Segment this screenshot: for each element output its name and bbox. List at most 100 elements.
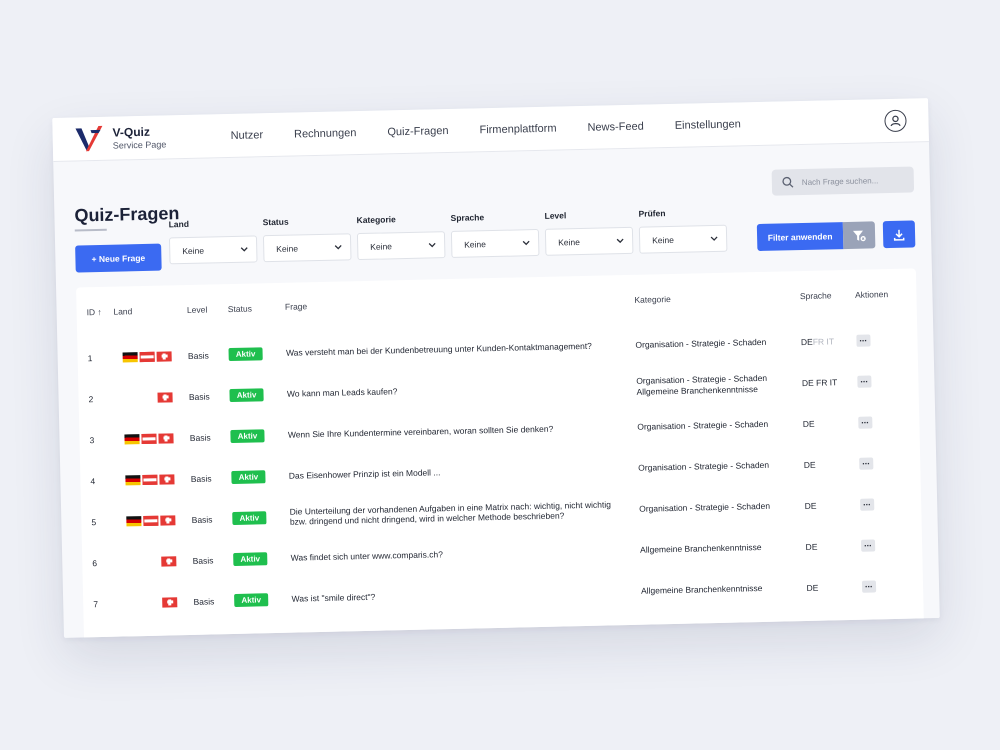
col-header-sprache: Sprache [799,290,832,302]
main-nav: Nutzer Rechnungen Quiz-Fragen Firmenplat… [231,117,772,142]
cell-id: 4 [90,475,96,486]
status-badge: Aktiv [230,429,265,444]
more-actions-button[interactable]: ··· [862,620,877,634]
cell-kategorie: Organisation - Strategie - Schaden [638,460,770,474]
cell-kategorie: Organisation - Strategie - Schaden [635,337,767,351]
status-badge: Aktiv [229,388,264,403]
cell-kategorie: Allgemeine Branchenkenntnisse [639,542,762,556]
flag-de-icon [122,351,139,362]
language-main: DE [804,500,817,511]
cell-id: 6 [92,557,98,568]
flag-ch-icon [162,596,178,608]
more-actions-button[interactable]: ··· [856,374,872,388]
nav-item-news-feed[interactable]: News-Feed [587,120,644,133]
status-badge: Aktiv [231,470,266,485]
cell-id: 1 [87,352,93,363]
col-header-land: Land [113,306,133,317]
nav-item-firmenplattform[interactable]: Firmenplattform [479,122,556,136]
language-main: DE [805,541,818,552]
kategorie-select[interactable]: Keine [356,231,446,261]
more-actions-button[interactable]: ··· [861,579,876,593]
cell-status: Aktiv [231,456,289,498]
user-profile-button[interactable] [884,109,907,133]
col-header-frage: Frage [284,301,308,312]
select-value: Keine [652,234,674,245]
title-underline [74,228,107,232]
cell-aktionen: ··· [861,564,923,606]
cell-kategorie: Organisation - Strategie - Schaden [639,501,771,515]
questions-table: ID ↑ Land Level Status Frage Kategorie S… [76,268,924,638]
cell-aktionen: ··· [862,605,924,638]
col-header-aktionen: Aktionen [854,289,889,300]
cell-aktionen: ··· [855,318,918,360]
download-button[interactable] [882,220,916,249]
language-main: DE [800,336,813,347]
more-actions-button[interactable]: ··· [855,334,871,347]
more-actions-button[interactable]: ··· [858,456,874,470]
cell-level: Basis [190,472,212,484]
sprache-select[interactable]: Keine [450,228,540,258]
more-actions-button[interactable]: ··· [857,415,873,429]
search-input[interactable] [801,175,902,187]
flag-ch-icon [160,514,176,526]
cell-aktionen: ··· [857,400,920,442]
cell-aktionen: ··· [859,482,921,524]
col-header-level: Level [186,304,208,315]
logo[interactable]: V-Quiz Service Page [72,121,213,154]
app-window: V-Quiz Service Page Nutzer Rechnungen Qu… [52,98,940,638]
chevron-down-icon [240,246,248,252]
questions-table-panel: ID ↑ Land Level Status Frage Kategorie S… [76,268,925,638]
flag-at-icon [139,351,156,362]
col-header-kategorie: Kategorie [634,293,671,305]
col-header-id[interactable]: ID ↑ [76,287,114,338]
cell-land [119,540,193,583]
select-value: Keine [558,236,581,248]
status-select[interactable]: Keine [262,233,352,263]
cell-level: Basis [192,554,214,566]
chevron-down-icon [710,236,718,241]
cell-sprache: DE [804,484,860,526]
filter-label: Land [168,218,190,230]
land-select[interactable]: Keine [168,235,258,265]
cell-land [117,458,191,501]
cell-status: Aktiv [229,374,287,416]
search-box[interactable] [771,166,915,196]
flag-ch-icon [158,432,174,444]
cell-sprache: DE [806,566,862,608]
pruefen-select[interactable]: Keine [638,224,728,254]
status-badge: Aktiv [234,593,269,607]
col-header-status: Status [227,303,253,315]
cell-sprache: DE [807,607,863,638]
apply-filter-button[interactable]: Filter anwenden [756,222,844,252]
chevron-down-icon [522,240,530,245]
more-actions-button[interactable]: ··· [860,538,875,552]
nav-item-nutzer[interactable]: Nutzer [231,129,264,142]
language-main: DE [807,623,820,634]
more-actions-button[interactable]: ··· [859,497,874,511]
select-value: Keine [464,238,487,250]
page-title: Quiz-Fragen [74,203,180,226]
clear-filter-button[interactable] [842,221,876,250]
cell-id: 2 [88,393,94,404]
cell-level: Basis [188,391,210,402]
nav-item-rechnungen[interactable]: Rechnungen [294,127,357,140]
new-question-button[interactable]: + Neue Frage [75,243,162,273]
filter-label: Sprache [450,212,485,223]
nav-item-quiz-fragen[interactable]: Quiz-Fragen [387,125,448,138]
level-select[interactable]: Keine [544,226,634,256]
filter-level: Level Keine [544,209,634,256]
filter-label: Prüfen [638,208,666,219]
cell-sprache: DEFR IT [800,320,856,362]
flag-de-icon [126,515,142,526]
cell-land [115,376,189,419]
status-badge: Aktiv [235,634,270,638]
cell-aktionen: ··· [856,359,919,401]
select-value: Keine [276,242,299,254]
cell-level: Basis [189,431,211,443]
filter-label: Level [544,210,567,221]
cell-id: 3 [89,434,95,445]
cell-status: Aktiv [235,620,293,638]
nav-item-einstellungen[interactable]: Einstellungen [675,118,741,131]
cell-level: Basis [191,513,213,525]
cell-status: Aktiv [228,333,286,375]
